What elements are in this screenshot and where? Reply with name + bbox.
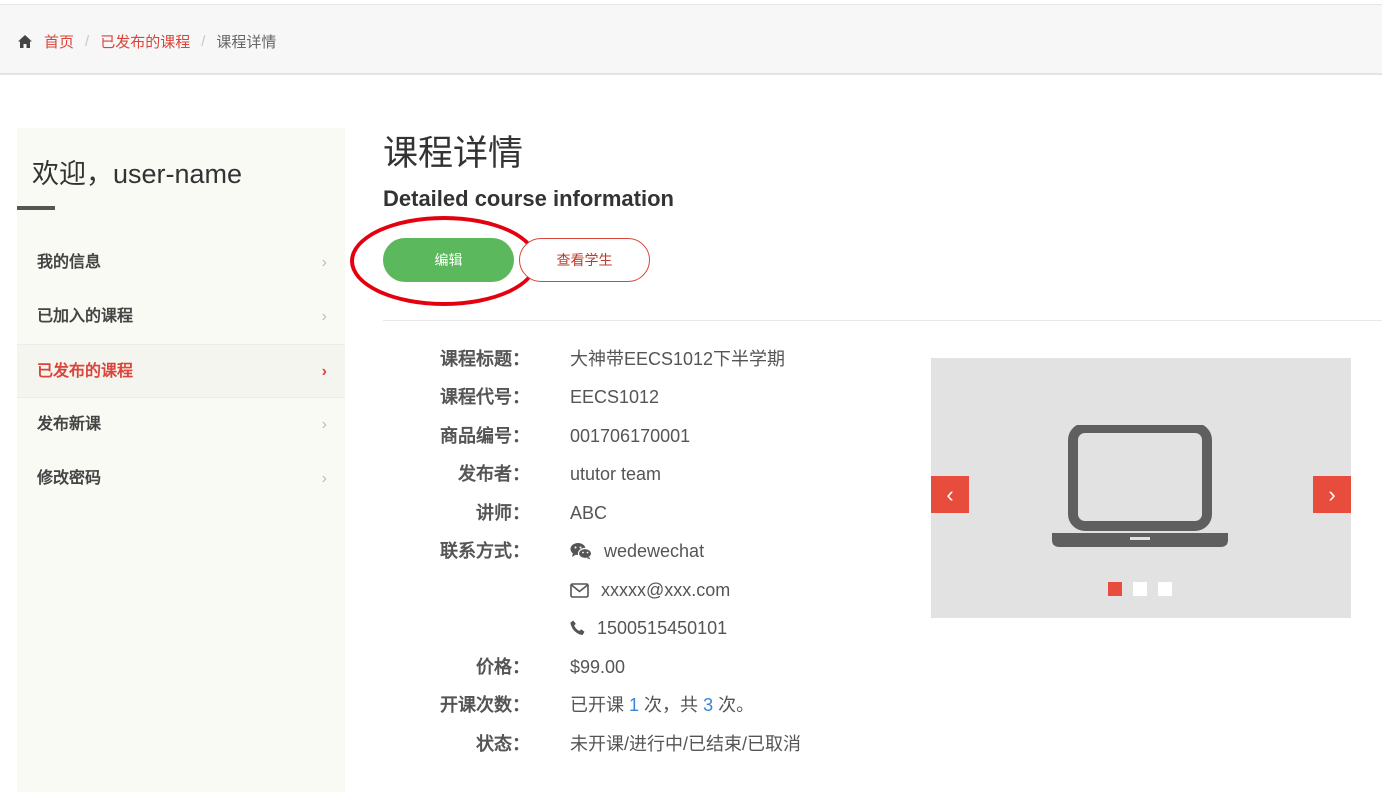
sidebar-item-label: 已加入的课程 [37, 308, 134, 325]
laptop-icon [1052, 425, 1228, 547]
view-students-button[interactable]: 查看学生 [519, 238, 650, 282]
sidebar-item-joined-courses[interactable]: 已加入的课程 › [17, 290, 345, 344]
teacher-value: ABC [570, 503, 608, 523]
sidebar-item-label: 已发布的课程 [37, 363, 134, 380]
sidebar-item-label: 发布新课 [37, 416, 102, 433]
image-carousel: ‹ › [931, 358, 1351, 618]
course-code-label: 课程代号： [440, 387, 530, 407]
breadcrumb-current: 课程详情 [216, 34, 277, 51]
price-label: 价格： [476, 657, 530, 677]
product-number-label: 商品编号： [440, 426, 530, 446]
breadcrumb: 首页 / 已发布的课程 / 课程详情 [18, 31, 276, 52]
breadcrumb-bar: 首页 / 已发布的课程 / 课程详情 [0, 4, 1382, 75]
price-value: $99.00 [570, 657, 626, 677]
welcome-underline [17, 206, 55, 210]
wechat-icon [570, 543, 592, 560]
email-contact: xxxxx@xxx.com [570, 571, 730, 609]
publisher-label: 发布者： [458, 464, 530, 484]
section-divider [383, 320, 1382, 321]
sessions-prefix: 已开课 [570, 695, 624, 715]
contact-label: 联系方式： [440, 541, 530, 561]
status-label: 状态： [476, 734, 530, 754]
chevron-right-icon: › [321, 363, 327, 380]
breadcrumb-published-courses-link[interactable]: 已发布的课程 [100, 31, 190, 52]
sessions-done-count: 1 [629, 695, 640, 715]
course-title-label: 课程标题： [440, 349, 530, 369]
breadcrumb-home-link[interactable]: 首页 [44, 31, 74, 52]
sessions-middle: 次，共 [644, 695, 699, 715]
course-code-value: EECS1012 [570, 387, 660, 407]
carousel-dot[interactable] [1108, 582, 1122, 596]
wechat-contact: wedewechat [570, 532, 704, 570]
sessions-suffix: 次。 [718, 695, 755, 715]
sessions-label: 开课次数： [440, 695, 530, 715]
chevron-right-icon: › [321, 416, 327, 433]
sidebar-item-label: 修改密码 [37, 470, 102, 487]
sidebar-item-published-courses[interactable]: 已发布的课程 › [17, 344, 345, 398]
phone-contact: 1500515450101 [570, 609, 727, 647]
sidebar-item-publish-new-course[interactable]: 发布新课 › [17, 398, 345, 452]
sidebar: 欢迎，user-name 我的信息 › 已加入的课程 › 已发布的课程 › 发布… [17, 128, 345, 792]
carousel-dot[interactable] [1133, 582, 1147, 596]
chevron-right-icon: › [321, 254, 327, 271]
sidebar-item-my-info[interactable]: 我的信息 › [17, 236, 345, 290]
sessions-value: 已开课 1 次，共 3 次。 [570, 686, 754, 724]
sidebar-item-label: 我的信息 [37, 254, 102, 271]
wechat-value: wedewechat [604, 541, 705, 561]
home-icon[interactable] [18, 35, 32, 48]
page-title: 课程详情 [383, 134, 524, 173]
publisher-value: ututor team [570, 464, 662, 484]
page-subtitle: Detailed course information [383, 186, 674, 211]
teacher-label: 讲师： [476, 503, 530, 523]
welcome-heading: 欢迎，user-name [32, 159, 243, 189]
chevron-right-icon: › [321, 470, 327, 487]
sidebar-item-change-password[interactable]: 修改密码 › [17, 452, 345, 506]
email-value: xxxxx@xxx.com [601, 580, 731, 600]
phone-icon [570, 620, 585, 635]
carousel-dot[interactable] [1158, 582, 1172, 596]
edit-button[interactable]: 编辑 [383, 238, 514, 282]
carousel-next-button[interactable]: › [1313, 476, 1351, 513]
phone-value: 1500515450101 [597, 618, 728, 638]
product-number-value: 001706170001 [570, 426, 691, 446]
carousel-prev-button[interactable]: ‹ [931, 476, 969, 513]
course-title-value: 大神带EECS1012下半学期 [570, 349, 786, 369]
breadcrumb-separator: / [85, 33, 90, 50]
status-value: 未开课/进行中/已结束/已取消 [570, 734, 802, 754]
sidebar-nav: 我的信息 › 已加入的课程 › 已发布的课程 › 发布新课 › 修改密码 › [17, 236, 345, 506]
sessions-total-count: 3 [703, 695, 714, 715]
carousel-indicators [1108, 582, 1183, 596]
chevron-right-icon: › [321, 308, 327, 325]
breadcrumb-separator: / [201, 33, 206, 50]
envelope-icon [570, 582, 589, 598]
